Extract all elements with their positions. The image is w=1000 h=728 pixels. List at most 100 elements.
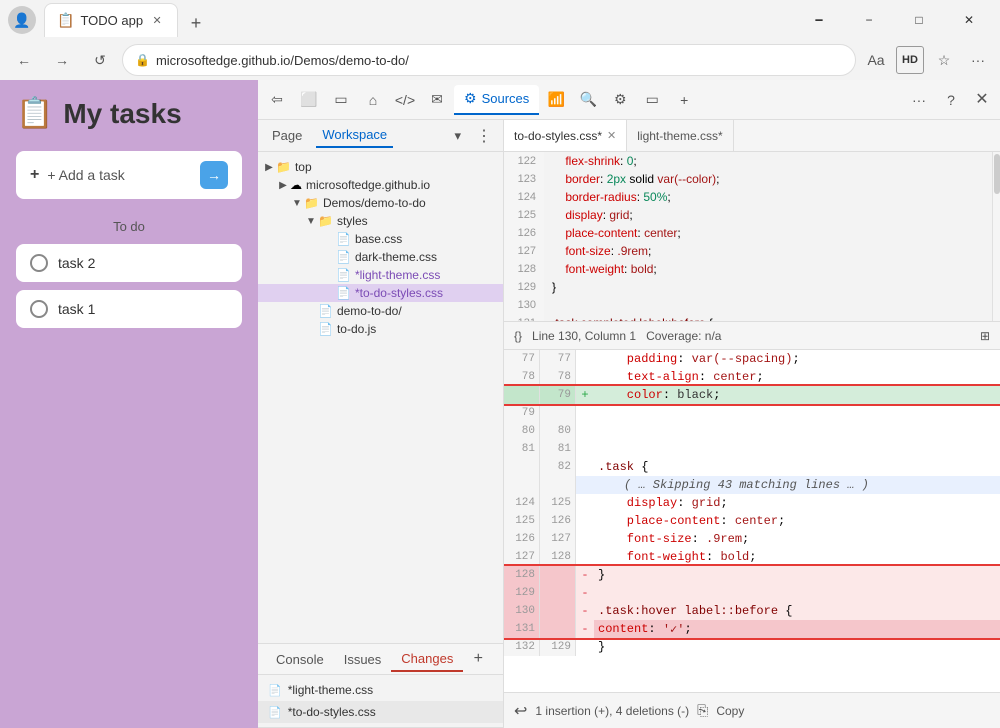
- diff-text: display: grid;: [594, 494, 1000, 512]
- minimize-button[interactable]: −: [846, 4, 892, 36]
- diff-new-num: 127: [540, 530, 576, 548]
- line-num: 130: [504, 296, 544, 314]
- devtools-toolbar: ⇦ ⬜ ▭ ⌂ </> ✉ ⚙ Sources 📶 🔍 ⚙ ▭ + ··· ? …: [258, 80, 1000, 120]
- console-tab[interactable]: Console: [266, 648, 334, 671]
- copy-label[interactable]: Copy: [716, 704, 744, 718]
- close-button[interactable]: ✕: [946, 4, 992, 36]
- task1-checkbox[interactable]: [30, 300, 48, 318]
- code-tab-todo-styles[interactable]: to-do-styles.css* ✕: [504, 120, 627, 152]
- diff-text: content: '✓';: [594, 620, 1000, 638]
- tree-item-demos[interactable]: ▼ 📁 Demos/demo-to-do: [258, 194, 503, 212]
- scrollbar-thumb[interactable]: [994, 154, 1000, 194]
- scrollbar-track[interactable]: [992, 152, 1000, 321]
- todo-section-label: To do: [16, 219, 242, 234]
- line-numbers: 122 123 124 125 126 127 128 129 130 131: [504, 152, 544, 321]
- undo-icon[interactable]: ↩: [514, 701, 527, 721]
- devtools-help-btn[interactable]: ?: [936, 85, 966, 115]
- workspace-tab[interactable]: Workspace: [316, 123, 393, 148]
- diff-old-num: 130: [504, 602, 540, 620]
- devtools-console-btn[interactable]: </>: [390, 85, 420, 115]
- address-text: microsoftedge.github.io/Demos/demo-to-do…: [156, 53, 843, 68]
- diff-marker: [576, 548, 594, 566]
- devtools-panel3-button[interactable]: ▭: [326, 85, 356, 115]
- task-item-task1[interactable]: task 1: [16, 290, 242, 328]
- devtools-inspect-btn2[interactable]: 🔍: [573, 85, 603, 115]
- hd-button[interactable]: HD: [896, 46, 924, 74]
- devtools-device-button[interactable]: ⬜: [294, 85, 324, 115]
- maximize-button[interactable]: □: [896, 4, 942, 36]
- reading-mode-button[interactable]: Aa: [862, 46, 890, 74]
- diff-code-area: 77 77 padding: var(--spacing); 78 78 tex…: [504, 350, 1000, 692]
- code-tab-light-theme[interactable]: light-theme.css*: [627, 120, 733, 152]
- diff-new-num: 129: [540, 638, 576, 656]
- tree-item-dark[interactable]: 📄 dark-theme.css: [258, 248, 503, 266]
- diff-text: .task {: [594, 458, 1000, 476]
- main-content: 📋 My tasks + + Add a task → To do task 2…: [0, 80, 1000, 728]
- tree-item-base[interactable]: 📄 base.css: [258, 230, 503, 248]
- diff-old-num: 131: [504, 620, 540, 638]
- copy-icon[interactable]: ⎘: [697, 702, 708, 719]
- browser-tab-todo[interactable]: 📋 TODO app ✕: [44, 3, 178, 37]
- diff-new-num: [540, 584, 576, 602]
- code-line-129: }: [544, 278, 992, 296]
- profile-icon[interactable]: 👤: [8, 6, 36, 34]
- devtools-add-btn[interactable]: +: [669, 85, 699, 115]
- format-icon[interactable]: ⊞: [980, 329, 990, 343]
- tree-item-todo-styles[interactable]: 📄 *to-do-styles.css: [258, 284, 503, 302]
- devtools-settings-btn[interactable]: ⚙: [605, 85, 635, 115]
- tree-item-light[interactable]: 📄 *light-theme.css: [258, 266, 503, 284]
- new-tab-button[interactable]: +: [182, 9, 210, 37]
- add-task-button[interactable]: + + Add a task →: [16, 151, 242, 199]
- line-num: 127: [504, 242, 544, 260]
- changes-tab[interactable]: Changes: [391, 647, 463, 672]
- todo-panel: 📋 My tasks + + Add a task → To do task 2…: [0, 80, 258, 728]
- tab-title: TODO app: [80, 13, 143, 28]
- changed-file-light[interactable]: 📄 *light-theme.css: [258, 679, 503, 701]
- diff-marker: [576, 350, 594, 368]
- tabs-area: 📋 TODO app ✕ +: [44, 3, 788, 37]
- address-bar[interactable]: 🔒 microsoftedge.github.io/Demos/demo-to-…: [122, 44, 856, 76]
- issues-tab[interactable]: Issues: [334, 648, 392, 671]
- folder-icon: 📁: [304, 196, 319, 210]
- devtools-close-btn[interactable]: ✕: [968, 85, 996, 113]
- forward-button[interactable]: →: [46, 44, 78, 76]
- tree-item-styles[interactable]: ▼ 📁 styles: [258, 212, 503, 230]
- lower-right: to-do-styles.css* ✕ light-theme.css* 122: [504, 120, 1000, 728]
- code-line-130: [544, 296, 992, 314]
- file-tabs-more[interactable]: ⋮: [473, 125, 495, 147]
- devtools-wifi-btn[interactable]: 📶: [541, 85, 571, 115]
- task-item-task2[interactable]: task 2: [16, 244, 242, 282]
- bracket-icon: {}: [514, 329, 522, 343]
- tree-item-demo-dir[interactable]: 📄 demo-to-do/: [258, 302, 503, 320]
- tree-item-top[interactable]: ▶ 📁 top: [258, 158, 503, 176]
- devtools-inspect-button[interactable]: ⇦: [262, 85, 292, 115]
- file-icon: 📄: [336, 268, 351, 282]
- refresh-button[interactable]: ↺: [84, 44, 116, 76]
- diff-new-num: [540, 566, 576, 584]
- back-button[interactable]: ←: [8, 44, 40, 76]
- tree-item-microsoftedge[interactable]: ▶ ☁ microsoftedge.github.io: [258, 176, 503, 194]
- diff-line-81: 81 81: [504, 440, 1000, 458]
- devtools-network-btn[interactable]: ✉: [422, 85, 452, 115]
- devtools-more-btn[interactable]: ···: [904, 85, 934, 115]
- file-tabs-dropdown[interactable]: ▾: [454, 128, 461, 144]
- code-content: flex-shrink: 0; border: 2px solid var(--…: [544, 152, 992, 321]
- diff-text: place-content: center;: [594, 512, 1000, 530]
- code-tab-close[interactable]: ✕: [607, 129, 616, 142]
- code-line-127: font-size: .9rem;: [544, 242, 992, 260]
- tab-close-button[interactable]: ✕: [149, 13, 165, 29]
- chevron-down-button[interactable]: 🗕: [796, 4, 842, 36]
- devtools-storage-btn[interactable]: ▭: [637, 85, 667, 115]
- page-tab[interactable]: Page: [266, 124, 308, 147]
- diff-line-131-del: 131 - content: '✓';: [504, 620, 1000, 638]
- devtools-sources-tab[interactable]: ⚙ Sources: [454, 85, 539, 115]
- devtools-elements-button[interactable]: ⌂: [358, 85, 388, 115]
- task2-checkbox[interactable]: [30, 254, 48, 272]
- tree-item-todo-js[interactable]: 📄 to-do.js: [258, 320, 503, 338]
- favorites-button[interactable]: ☆: [930, 46, 958, 74]
- changed-file-todo[interactable]: 📄 *to-do-styles.css: [258, 701, 503, 723]
- browser-more-button[interactable]: ···: [964, 46, 992, 74]
- diff-new-num: 80: [540, 422, 576, 440]
- diff-marker: [576, 422, 594, 440]
- add-panel-button[interactable]: +: [467, 648, 489, 670]
